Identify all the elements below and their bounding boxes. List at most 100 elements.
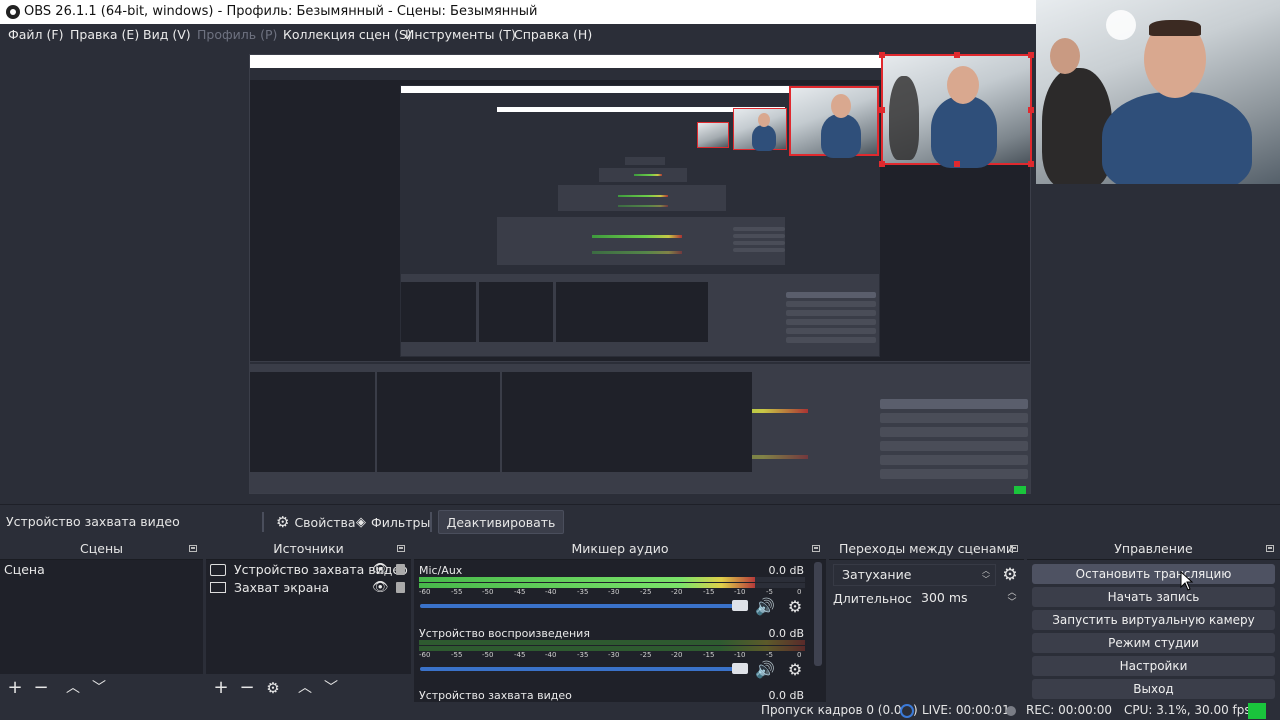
duration-input[interactable]: 300 ms	[912, 587, 1004, 609]
preview-canvas[interactable]	[0, 0, 1280, 504]
remove-icon[interactable]: −	[236, 678, 258, 698]
transitions-title: Переходы между сценами	[838, 541, 1015, 556]
menu-scene-collection[interactable]: Коллекция сцен (S)	[283, 27, 412, 42]
transition-select[interactable]: Затухание ︿ ﹀	[833, 564, 996, 586]
meter-ticks: -60 -55 -50 -45 -40 -35 -30 -25 -20 -15 -10 -5 0	[419, 588, 805, 598]
gear-icon[interactable]: ⚙	[262, 678, 284, 698]
menu-bar: Файл (F) Правка (E) Вид (V) Профиль (P) …	[0, 24, 1036, 46]
mixer-scrollbar[interactable]	[814, 562, 822, 666]
gear-icon[interactable]: ⚙	[999, 564, 1021, 586]
volume-meter	[419, 640, 805, 645]
stop-streaming-button[interactable]: Остановить трансляцию	[1032, 564, 1275, 584]
dock-float-icon[interactable]	[189, 545, 197, 552]
speaker-icon[interactable]: 🔊	[754, 597, 776, 617]
move-down-icon[interactable]: ﹀	[88, 678, 110, 698]
deactivate-button[interactable]: Деактивировать	[438, 510, 564, 534]
dropped-frames-label: Пропуск кадров 0 (0.0%)	[761, 703, 918, 717]
controls-title: Управление	[1114, 541, 1193, 556]
move-down-icon[interactable]: ﹀	[320, 678, 342, 698]
dock-float-icon[interactable]	[1010, 545, 1018, 552]
speaker-icon[interactable]: 🔊	[754, 660, 776, 680]
dock-float-icon[interactable]	[397, 545, 405, 552]
selected-source-frame[interactable]	[879, 52, 1034, 168]
selected-source-label: Устройство захвата видео	[6, 514, 180, 529]
meter-tick-label: -20	[671, 588, 683, 596]
controls-header: Управление	[1027, 538, 1280, 560]
title-bar: OBS 26.1.1 (64-bit, windows) - Профиль: …	[0, 0, 1036, 24]
eye-icon[interactable]: 👁	[372, 579, 389, 597]
meter-tick-label: -25	[640, 651, 652, 659]
meter-tick-label: 0	[797, 588, 802, 596]
add-icon[interactable]: +	[4, 678, 26, 698]
start-recording-button[interactable]: Начать запись	[1032, 587, 1275, 607]
meter-tick-label: -40	[545, 651, 557, 659]
gear-icon: ⚙	[276, 513, 290, 531]
source-item[interactable]: Устройство захвата видео 👁	[206, 561, 411, 579]
filters-button[interactable]: ◈ Фильтры	[346, 510, 440, 534]
add-icon[interactable]: +	[210, 678, 232, 698]
toolbar-separator	[262, 512, 264, 532]
meter-tick-label: -25	[640, 588, 652, 596]
lock-icon[interactable]	[396, 582, 405, 593]
gear-icon[interactable]: ⚙	[784, 597, 806, 617]
meter-tick-label: -60	[419, 588, 431, 596]
menu-view[interactable]: Вид (V)	[143, 27, 191, 42]
studio-mode-button[interactable]: Режим студии	[1032, 633, 1275, 653]
meter-tick-label: -10	[734, 588, 746, 596]
gear-icon[interactable]: ⚙	[784, 660, 806, 680]
settings-button[interactable]: Настройки	[1032, 656, 1275, 676]
sources-header: Источники	[206, 538, 411, 560]
duration-value: 300 ms	[921, 590, 968, 605]
menu-tools[interactable]: Инструменты (T)	[405, 27, 516, 42]
volume-slider[interactable]	[420, 663, 748, 674]
meter-tick-label: -50	[482, 588, 494, 596]
scenes-footer: + − ︿ ﹀	[0, 674, 203, 702]
scene-item[interactable]: Сцена	[0, 561, 203, 579]
menu-file[interactable]: Файл (F)	[8, 27, 63, 42]
sources-dock: Источники Устройство захвата видео 👁 Зах…	[206, 538, 411, 702]
menu-profile[interactable]: Профиль (P)	[197, 27, 277, 42]
live-broadcast-icon	[900, 704, 914, 718]
volume-slider[interactable]	[420, 600, 748, 611]
scenes-title: Сцены	[80, 541, 123, 556]
lock-icon[interactable]	[396, 564, 405, 575]
filter-icon: ◈	[356, 514, 366, 530]
meter-tick-label: -45	[514, 651, 526, 659]
mixer-channel-name: Mic/Aux	[419, 564, 463, 577]
recursive-frame-1	[789, 86, 879, 158]
mixer-channel-name: Устройство захвата видео	[419, 689, 572, 702]
scenes-dock: Сцены Сцена + − ︿ ﹀	[0, 538, 203, 702]
duration-spin-icon[interactable]: ︿ ﹀	[1006, 588, 1018, 608]
stream-health-indicator	[1248, 703, 1266, 719]
meter-tick-label: 0	[797, 651, 802, 659]
exit-button[interactable]: Выход	[1032, 679, 1275, 699]
meter-tick-label: -20	[671, 651, 683, 659]
start-virtual-camera-button[interactable]: Запустить виртуальную камеру	[1032, 610, 1275, 630]
source-item[interactable]: Захват экрана 👁	[206, 579, 411, 597]
mixer-channel-db: 0.0 dB	[768, 564, 804, 577]
rec-timer: REC: 00:00:00	[1026, 703, 1113, 717]
eye-icon[interactable]: 👁	[372, 561, 389, 579]
remove-icon[interactable]: −	[30, 678, 52, 698]
mixer-channel-name: Устройство воспроизведения	[419, 627, 590, 640]
move-up-icon[interactable]: ︿	[294, 678, 316, 698]
monitor-icon	[210, 582, 226, 593]
menu-edit[interactable]: Правка (E)	[70, 27, 139, 42]
window-title: OBS 26.1.1 (64-bit, windows) - Профиль: …	[24, 4, 538, 19]
camera-icon	[210, 564, 226, 576]
dock-float-icon[interactable]	[1266, 545, 1274, 552]
move-up-icon[interactable]: ︿	[62, 678, 84, 698]
volume-meter	[419, 577, 805, 582]
source-toolbar: Устройство захвата видео ⚙ Свойства ◈ Фи…	[0, 504, 1280, 538]
mouse-cursor-icon	[1180, 571, 1194, 591]
obs-logo-icon	[6, 5, 20, 19]
meter-tick-label: -60	[419, 651, 431, 659]
transition-select-value: Затухание	[842, 567, 912, 582]
sources-title: Источники	[273, 541, 344, 556]
recursive-frame-3	[697, 122, 729, 148]
chevron-updown-icon: ︿ ﹀	[982, 566, 990, 584]
menu-help[interactable]: Справка (H)	[514, 27, 592, 42]
dock-float-icon[interactable]	[812, 545, 820, 552]
meter-tick-label: -35	[577, 651, 589, 659]
mixer-header: Микшер аудио	[414, 538, 826, 560]
